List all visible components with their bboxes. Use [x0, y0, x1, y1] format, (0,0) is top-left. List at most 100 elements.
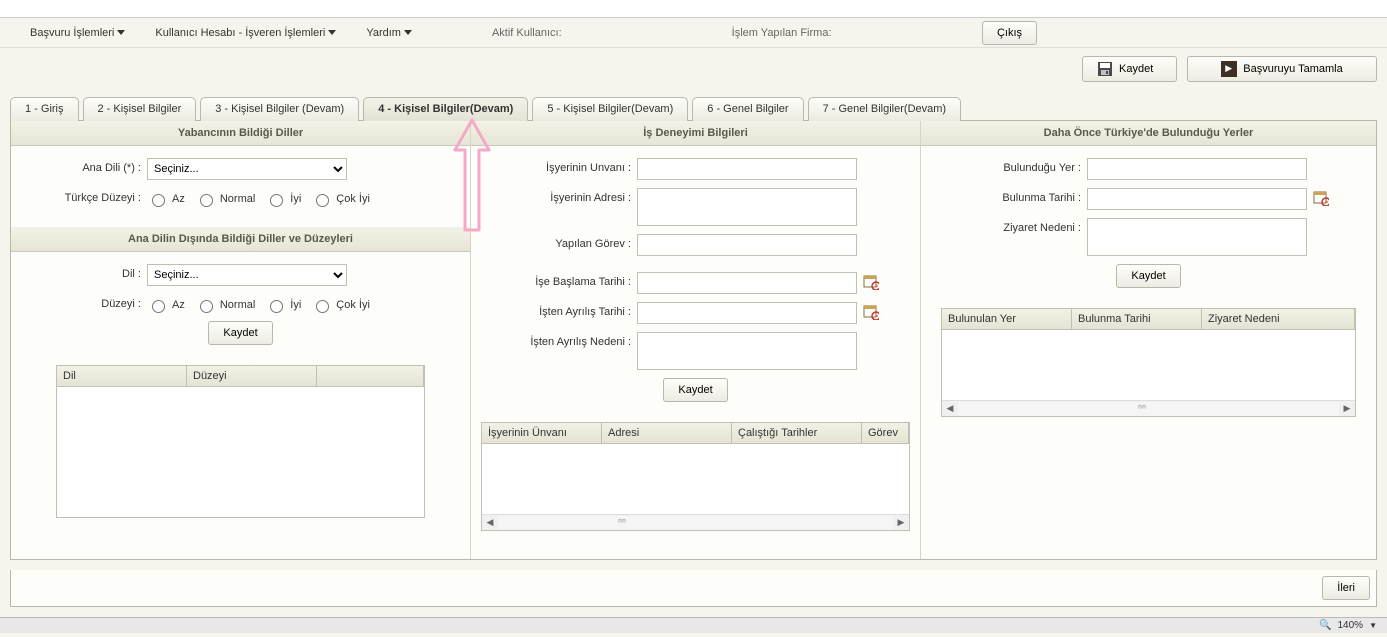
languages-grid: Dil Düzeyi [56, 365, 425, 518]
section-header-places: Daha Önce Türkiye'de Bulunduğu Yerler [921, 121, 1376, 146]
turkish-level-radios: Az Normal İyi Çok İyi [147, 188, 376, 207]
tab-4[interactable]: 4 - Kişisel Bilgiler(Devam) [363, 97, 528, 121]
grid-header: Dil Düzeyi [57, 366, 424, 387]
scroll-track[interactable]: ⁿⁿ [498, 516, 893, 530]
tab-2[interactable]: 2 - Kişisel Bilgiler [83, 97, 197, 121]
other-lang-level-radios: Az Normal İyi Çok İyi [147, 294, 376, 313]
section-body: Dil : Seçiniz... Düzeyi : Az Normal İyi … [11, 252, 470, 357]
btn-label: Kaydet [1131, 270, 1165, 282]
grid-col-tarih[interactable]: Bulunma Tarihi [1072, 309, 1202, 329]
visit-reason-label: Ziyaret Nedeni : [931, 218, 1081, 234]
end-date-input[interactable] [637, 302, 857, 324]
scroll-track[interactable]: ⁿⁿ [958, 402, 1339, 416]
tab-3[interactable]: 3 - Kişisel Bilgiler (Devam) [200, 97, 359, 121]
grid-body [482, 444, 909, 514]
radio-label: İyi [290, 299, 301, 311]
menu-kullanici[interactable]: Kullanıcı Hesabı - İşveren İşlemleri [145, 23, 346, 43]
zoom-icon[interactable]: 🔍 [1319, 620, 1331, 631]
menu-basvuru[interactable]: Başvuru İşlemleri [20, 23, 135, 43]
radio-label: Az [172, 299, 185, 311]
header-decoration [0, 0, 1387, 18]
menu-label: Kullanıcı Hesabı - İşveren İşlemleri [155, 27, 325, 39]
scroll-right-icon[interactable]: ▶ [893, 516, 909, 530]
visit-reason-input[interactable] [1087, 218, 1307, 256]
grid-col-neden[interactable]: Ziyaret Nedeni [1202, 309, 1355, 329]
grid-col-adresi[interactable]: Adresi [602, 423, 732, 443]
radio-iyi[interactable] [270, 194, 283, 207]
start-date-input[interactable] [637, 272, 857, 294]
col-languages: Yabancının Bildiği Diller Ana Dili (*) :… [11, 121, 471, 559]
grid-col-yer[interactable]: Bulunulan Yer [942, 309, 1072, 329]
grid-header: Bulunulan Yer Bulunma Tarihi Ziyaret Ned… [942, 309, 1355, 330]
tab-7[interactable]: 7 - Genel Bilgiler(Devam) [808, 97, 961, 121]
grid-col-empty[interactable] [317, 366, 424, 386]
tab-label: 4 - Kişisel Bilgiler(Devam) [378, 103, 513, 115]
horizontal-scrollbar[interactable]: ◀ ⁿⁿ ▶ [942, 400, 1355, 416]
tab-5[interactable]: 5 - Kişisel Bilgiler(Devam) [532, 97, 688, 121]
save-lang-button[interactable]: Kaydet [208, 321, 272, 345]
btn-label: Kaydet [223, 327, 257, 339]
calendar-icon[interactable] [1313, 190, 1329, 206]
grid-col-duzeyi[interactable]: Düzeyi [187, 366, 317, 386]
tab-label: 1 - Giriş [25, 103, 64, 115]
radio-label: Çok İyi [336, 193, 370, 205]
caret-down-icon [404, 30, 412, 35]
company-addr-label: İşyerinin Adresi : [481, 188, 631, 204]
zoom-dropdown-icon[interactable]: ▼ [1369, 621, 1377, 630]
complete-application-button[interactable]: Başvuruyu Tamamla [1187, 56, 1377, 82]
horizontal-scrollbar[interactable]: ◀ ⁿⁿ ▶ [482, 514, 909, 530]
radio-normal2[interactable] [200, 300, 213, 313]
radio-label: Çok İyi [336, 299, 370, 311]
tab-label: 2 - Kişisel Bilgiler [98, 103, 182, 115]
company-name-input[interactable] [637, 158, 857, 180]
zoom-level: 140% [1338, 620, 1364, 631]
tab-6[interactable]: 6 - Genel Bilgiler [692, 97, 803, 121]
grid-header: İşyerinin Ünvanı Adresi Çalıştığı Tarihl… [482, 423, 909, 444]
grid-col-unvan[interactable]: İşyerinin Ünvanı [482, 423, 602, 443]
role-label: Yapılan Görev : [481, 234, 631, 250]
company-addr-input[interactable] [637, 188, 857, 226]
tab-label: 5 - Kişisel Bilgiler(Devam) [547, 103, 673, 115]
tab-1[interactable]: 1 - Giriş [10, 97, 79, 121]
menu-yardim[interactable]: Yardım [356, 23, 422, 43]
calendar-icon[interactable] [863, 274, 879, 290]
role-input[interactable] [637, 234, 857, 256]
scroll-left-icon[interactable]: ◀ [482, 516, 498, 530]
radio-az[interactable] [152, 194, 165, 207]
logout-label: Çıkış [997, 27, 1022, 39]
grid-col-dil[interactable]: Dil [57, 366, 187, 386]
radio-iyi2[interactable] [270, 300, 283, 313]
action-bar: Kaydet Başvuruyu Tamamla [0, 48, 1387, 90]
save-experience-button[interactable]: Kaydet [663, 378, 727, 402]
save-place-button[interactable]: Kaydet [1116, 264, 1180, 288]
scroll-left-icon[interactable]: ◀ [942, 402, 958, 416]
level-label: Düzeyi : [21, 294, 141, 310]
save-icon [1097, 61, 1113, 77]
firm-label: İşlem Yapılan Firma: [722, 23, 842, 43]
leave-reason-label: İşten Ayrılış Nedeni : [481, 332, 631, 348]
next-button[interactable]: İleri [1322, 576, 1370, 600]
save-button[interactable]: Kaydet [1082, 56, 1177, 82]
place-input[interactable] [1087, 158, 1307, 180]
radio-label: Normal [220, 193, 255, 205]
col-experience: İş Deneyimi Bilgileri İşyerinin Unvanı :… [471, 121, 921, 559]
grid-body [57, 387, 424, 517]
calendar-icon[interactable] [863, 304, 879, 320]
scroll-right-icon[interactable]: ▶ [1339, 402, 1355, 416]
caret-down-icon [117, 30, 125, 35]
logout-button[interactable]: Çıkış [982, 21, 1037, 45]
radio-label: İyi [290, 193, 301, 205]
radio-cokiyi[interactable] [316, 194, 329, 207]
radio-az2[interactable] [152, 300, 165, 313]
place-date-input[interactable] [1087, 188, 1307, 210]
radio-normal[interactable] [200, 194, 213, 207]
grid-col-gorev[interactable]: Görev [862, 423, 909, 443]
other-lang-select[interactable]: Seçiniz... [147, 264, 347, 286]
grid-col-tarihler[interactable]: Çalıştığı Tarihler [732, 423, 862, 443]
section-body: Bulunduğu Yer : Bulunma Tarihi : Ziyaret… [921, 146, 1376, 300]
section-body: İşyerinin Unvanı : İşyerinin Adresi : Ya… [471, 146, 920, 414]
tab-panel: Yabancının Bildiği Diller Ana Dili (*) :… [10, 120, 1377, 560]
native-lang-select[interactable]: Seçiniz... [147, 158, 347, 180]
leave-reason-input[interactable] [637, 332, 857, 370]
radio-cokiyi2[interactable] [316, 300, 329, 313]
